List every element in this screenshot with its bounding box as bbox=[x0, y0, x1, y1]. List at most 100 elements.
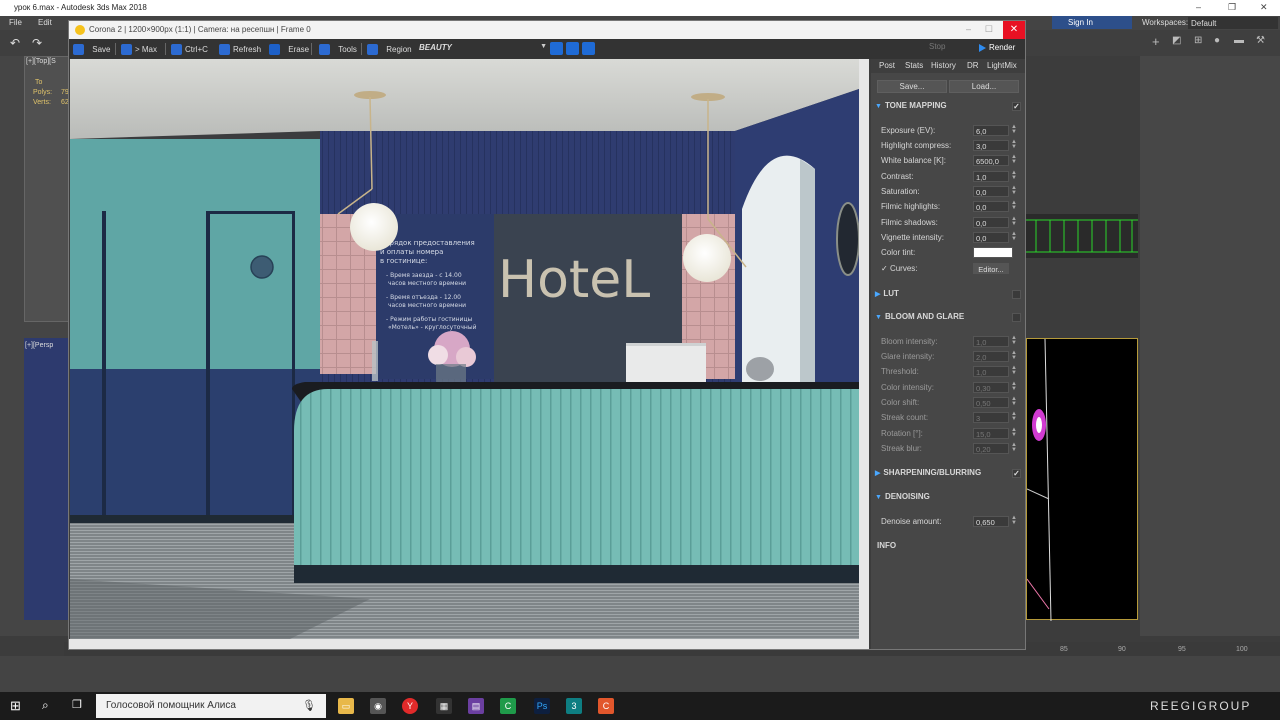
render-image[interactable]: Порядок предоставления и оплаты номера в… bbox=[70, 59, 859, 639]
spinner-icon[interactable]: ▲ ▼ bbox=[1011, 139, 1017, 150]
sharpening-section[interactable]: ▶ SHARPENING/BLURRING ✓ bbox=[875, 468, 1021, 480]
utilities-icon[interactable]: ⚒ bbox=[1256, 35, 1265, 46]
viewport-top[interactable]: [+][Top][S To Polys: 79 Verts: 62 bbox=[24, 56, 70, 322]
spinner-icon[interactable]: ▲ ▼ bbox=[1011, 335, 1017, 346]
search-icon[interactable]: ⌕ bbox=[42, 698, 49, 713]
curves-editor-button[interactable]: Editor... bbox=[973, 263, 1009, 274]
sign-in-button[interactable]: Sign In bbox=[1052, 16, 1132, 29]
zoom-out-icon[interactable] bbox=[566, 42, 579, 55]
threshold-input[interactable]: 1,0 bbox=[973, 366, 1009, 377]
vertical-scrollbar[interactable] bbox=[859, 59, 869, 639]
restore-icon[interactable]: ❐ bbox=[1228, 2, 1236, 13]
viewport-perspective[interactable]: [+][Persp bbox=[24, 338, 70, 620]
lut-checkbox[interactable] bbox=[1012, 290, 1021, 299]
spinner-icon[interactable]: ▲ ▼ bbox=[1011, 200, 1017, 211]
corona-maximize-icon[interactable]: ☐ bbox=[985, 24, 993, 35]
saturation-input[interactable]: 0,0 bbox=[973, 186, 1009, 197]
region-button[interactable]: Region bbox=[367, 42, 412, 56]
rotation-input[interactable]: 15,0 bbox=[973, 428, 1009, 439]
3dsmax-icon[interactable]: 3 bbox=[566, 698, 582, 714]
file-explorer-icon[interactable]: ▭ bbox=[338, 698, 354, 714]
erase-button[interactable]: Erase bbox=[269, 42, 309, 56]
contrast-input[interactable]: 1,0 bbox=[973, 171, 1009, 182]
streak-count-input[interactable]: 3 bbox=[973, 412, 1009, 423]
vignette-input[interactable]: 0,0 bbox=[973, 232, 1009, 243]
tab-history[interactable]: History bbox=[931, 61, 956, 70]
spinner-icon[interactable]: ▲ ▼ bbox=[1011, 185, 1017, 196]
spinner-icon[interactable]: ▲ ▼ bbox=[1011, 216, 1017, 227]
close-icon[interactable]: ✕ bbox=[1260, 2, 1268, 13]
lut-section[interactable]: ▶ LUT bbox=[875, 289, 1021, 301]
app-icon[interactable]: ◉ bbox=[370, 698, 386, 714]
spinner-icon[interactable]: ▲ ▼ bbox=[1011, 396, 1017, 407]
copy-button[interactable]: Ctrl+C bbox=[171, 42, 208, 56]
curves-checkbox[interactable]: ✓ bbox=[881, 264, 888, 273]
motion-icon[interactable]: ● bbox=[1214, 35, 1220, 46]
spinner-icon[interactable]: ▲ ▼ bbox=[1011, 515, 1017, 526]
to-max-button[interactable]: > Max bbox=[121, 42, 157, 56]
photoshop-icon[interactable]: Ps bbox=[534, 698, 550, 714]
tab-stats[interactable]: Stats bbox=[905, 61, 923, 70]
tab-post[interactable]: Post bbox=[879, 61, 895, 70]
task-view-icon[interactable]: ❐ bbox=[72, 698, 82, 711]
voice-assistant-search[interactable]: Голосовой помощник Алиса 🎙 bbox=[96, 694, 326, 718]
white-balance-input[interactable]: 6500,0 bbox=[973, 155, 1009, 166]
menu-file[interactable]: File bbox=[9, 18, 22, 27]
render-button[interactable]: Render bbox=[977, 41, 1023, 56]
tab-dr[interactable]: DR bbox=[967, 61, 979, 70]
spinner-icon[interactable]: ▲ ▼ bbox=[1011, 442, 1017, 453]
corona-close-button[interactable]: ✕ bbox=[1003, 21, 1025, 39]
filmic-highlights-input[interactable]: 0,0 bbox=[973, 201, 1009, 212]
info-section[interactable]: INFO bbox=[877, 541, 1023, 553]
streak-blur-input[interactable]: 0,20 bbox=[973, 443, 1009, 454]
denoise-amount-input[interactable]: 0,650 bbox=[973, 516, 1009, 527]
color-shift-input[interactable]: 0,50 bbox=[973, 397, 1009, 408]
spinner-icon[interactable]: ▲ ▼ bbox=[1011, 124, 1017, 135]
spinner-icon[interactable]: ▲ ▼ bbox=[1011, 365, 1017, 376]
corona-minimize-icon[interactable]: – bbox=[966, 24, 971, 34]
spinner-icon[interactable]: ▲ ▼ bbox=[1011, 427, 1017, 438]
tone-mapping-checkbox[interactable]: ✓ bbox=[1012, 102, 1021, 111]
viewport-right[interactable] bbox=[1026, 338, 1138, 622]
zoom-in-icon[interactable] bbox=[550, 42, 563, 55]
bloom-glare-section[interactable]: ▼ BLOOM AND GLARE bbox=[875, 312, 1021, 324]
microphone-icon[interactable]: 🎙 bbox=[302, 699, 316, 712]
render-channel-select[interactable]: BEAUTY ▼ bbox=[419, 43, 547, 55]
refresh-button[interactable]: Refresh bbox=[219, 42, 261, 56]
bloom-intensity-input[interactable]: 1,0 bbox=[973, 336, 1009, 347]
color-tint-swatch[interactable] bbox=[973, 247, 1013, 258]
save-settings-button[interactable]: Save... bbox=[877, 80, 947, 93]
windows-start-icon[interactable]: ⊞ bbox=[10, 698, 21, 714]
spinner-icon[interactable]: ▲ ▼ bbox=[1011, 350, 1017, 361]
modify-icon[interactable]: ◩ bbox=[1172, 35, 1181, 46]
stop-button[interactable]: Stop bbox=[929, 42, 945, 51]
create-icon[interactable]: + bbox=[1152, 34, 1160, 49]
undo-icon[interactable]: ↶ bbox=[10, 36, 20, 50]
media-app-icon[interactable]: ▤ bbox=[468, 698, 484, 714]
corona-app-icon[interactable]: C bbox=[598, 698, 614, 714]
color-intensity-input[interactable]: 0,30 bbox=[973, 382, 1009, 393]
tools-button[interactable]: Tools bbox=[319, 42, 357, 56]
zoom-fit-icon[interactable] bbox=[582, 42, 595, 55]
load-settings-button[interactable]: Load... bbox=[949, 80, 1019, 93]
spinner-icon[interactable]: ▲ ▼ bbox=[1011, 231, 1017, 242]
calculator-icon[interactable]: ▦ bbox=[436, 698, 452, 714]
redo-icon[interactable]: ↷ bbox=[32, 36, 42, 50]
horizontal-scrollbar[interactable] bbox=[69, 639, 869, 649]
minimize-icon[interactable]: – bbox=[1196, 2, 1201, 12]
workspace-select[interactable]: Default bbox=[1188, 17, 1278, 29]
save-button[interactable]: Save bbox=[73, 42, 110, 56]
exposure-input[interactable]: 6,0 bbox=[973, 125, 1009, 136]
camtasia-icon[interactable]: C bbox=[500, 698, 516, 714]
spinner-icon[interactable]: ▲ ▼ bbox=[1011, 170, 1017, 181]
highlight-compress-input[interactable]: 3,0 bbox=[973, 140, 1009, 151]
glare-intensity-input[interactable]: 2,0 bbox=[973, 351, 1009, 362]
viewport-top-label[interactable]: [+][Top][S bbox=[26, 58, 56, 65]
viewport-persp-label[interactable]: [+][Persp bbox=[25, 342, 53, 349]
sharpening-checkbox[interactable]: ✓ bbox=[1012, 469, 1021, 478]
yandex-browser-icon[interactable]: Y bbox=[402, 698, 418, 714]
viewport-right-top[interactable] bbox=[1026, 214, 1138, 258]
filmic-shadows-input[interactable]: 0,0 bbox=[973, 217, 1009, 228]
display-icon[interactable]: ▬ bbox=[1234, 35, 1244, 46]
hierarchy-icon[interactable]: ⊞ bbox=[1194, 35, 1202, 46]
